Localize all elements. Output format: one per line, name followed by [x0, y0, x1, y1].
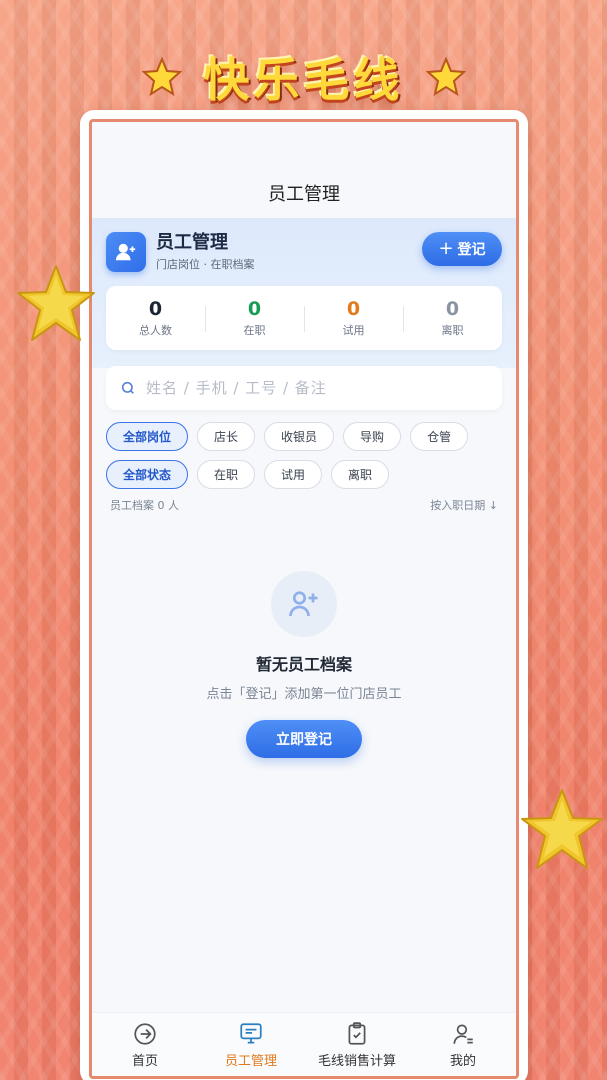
top-bar: 员工管理	[92, 122, 516, 218]
search-icon	[121, 381, 134, 394]
tab-staff[interactable]: 员工管理	[198, 1013, 304, 1076]
position-filter-row: 全部岗位 店长 收银员 导购 仓管	[92, 422, 516, 451]
hero-subtitle: 门店岗位 · 在职档案	[156, 258, 255, 271]
empty-title: 暂无员工档案	[255, 655, 352, 674]
stat-resigned: 0 离职	[403, 298, 502, 338]
register-now-button[interactable]: 立即登记	[246, 720, 362, 758]
filter-position-guide[interactable]: 导购	[343, 422, 402, 451]
add-user-icon	[106, 232, 146, 272]
clipboard-check-icon	[348, 1021, 366, 1045]
app-banner: 快乐毛线	[0, 42, 607, 112]
filter-status-active[interactable]: 在职	[197, 460, 256, 489]
stat-label: 总人数	[139, 324, 172, 337]
tab-yarn-calc[interactable]: 毛线销售计算	[304, 1013, 410, 1076]
filter-status-all[interactable]: 全部状态	[106, 460, 189, 489]
search-input[interactable]	[146, 379, 488, 397]
add-user-icon	[271, 571, 337, 637]
stat-probation: 0 试用	[304, 298, 403, 338]
filter-status-probation[interactable]: 试用	[264, 460, 323, 489]
tab-label: 员工管理	[224, 1053, 277, 1069]
stat-label: 在职	[243, 324, 266, 337]
record-count: 员工档案 0 人	[110, 499, 179, 512]
filter-position-cashier[interactable]: 收银员	[264, 422, 335, 451]
tab-label: 首页	[131, 1053, 158, 1069]
filter-position-manager[interactable]: 店长	[197, 422, 256, 451]
star-icon	[425, 57, 466, 97]
stat-value: 0	[247, 298, 262, 320]
stat-label: 离职	[441, 324, 464, 337]
tab-home[interactable]: 首页	[92, 1013, 198, 1076]
plus-icon: +	[438, 238, 454, 259]
user-icon	[453, 1023, 473, 1044]
filter-status-resigned[interactable]: 离职	[331, 460, 390, 489]
register-button[interactable]: + 登记	[422, 232, 502, 266]
empty-state: 暂无员工档案 点击「登记」添加第一位门店员工 立即登记	[92, 571, 516, 758]
sort-toggle[interactable]: 按入职日期 ↓	[430, 497, 498, 513]
search-bar[interactable]	[106, 366, 502, 410]
filter-position-all[interactable]: 全部岗位	[106, 422, 189, 451]
phone-screen: 员工管理 员工管理 门店岗位 · 在职档案 + 登记 0 总人数 0 在职 0 …	[89, 119, 519, 1079]
empty-subtitle: 点击「登记」添加第一位门店员工	[206, 687, 402, 702]
hero-panel: 员工管理 门店岗位 · 在职档案 + 登记 0 总人数 0 在职 0 试用 0	[92, 218, 516, 368]
stat-value: 0	[445, 298, 460, 320]
star-icon	[17, 265, 95, 341]
stat-label: 试用	[342, 324, 365, 337]
list-meta: 员工档案 0 人 按入职日期 ↓	[92, 497, 516, 513]
hero-title: 员工管理	[156, 232, 228, 253]
monitor-icon	[240, 1022, 262, 1044]
stat-total: 0 总人数	[106, 298, 205, 338]
tab-label: 毛线销售计算	[317, 1053, 396, 1069]
stat-value: 0	[148, 298, 163, 320]
star-icon	[521, 789, 603, 869]
stat-active: 0 在职	[205, 298, 304, 338]
tab-label: 我的	[449, 1053, 476, 1069]
bottom-tab-bar: 首页 员工管理 毛线销售计算 我的	[92, 1012, 516, 1076]
filter-position-warehouse[interactable]: 仓管	[410, 422, 469, 451]
arrow-circle-icon	[134, 1022, 156, 1045]
status-filter-row: 全部状态 在职 试用 离职	[92, 460, 516, 489]
page-title: 员工管理	[268, 184, 340, 205]
stat-value: 0	[346, 298, 361, 320]
register-button-label: 登记	[457, 242, 486, 258]
stats-card: 0 总人数 0 在职 0 试用 0 离职	[106, 286, 502, 350]
app-title: 快乐毛线	[203, 53, 404, 107]
tab-profile[interactable]: 我的	[410, 1013, 516, 1076]
star-icon	[141, 57, 182, 97]
